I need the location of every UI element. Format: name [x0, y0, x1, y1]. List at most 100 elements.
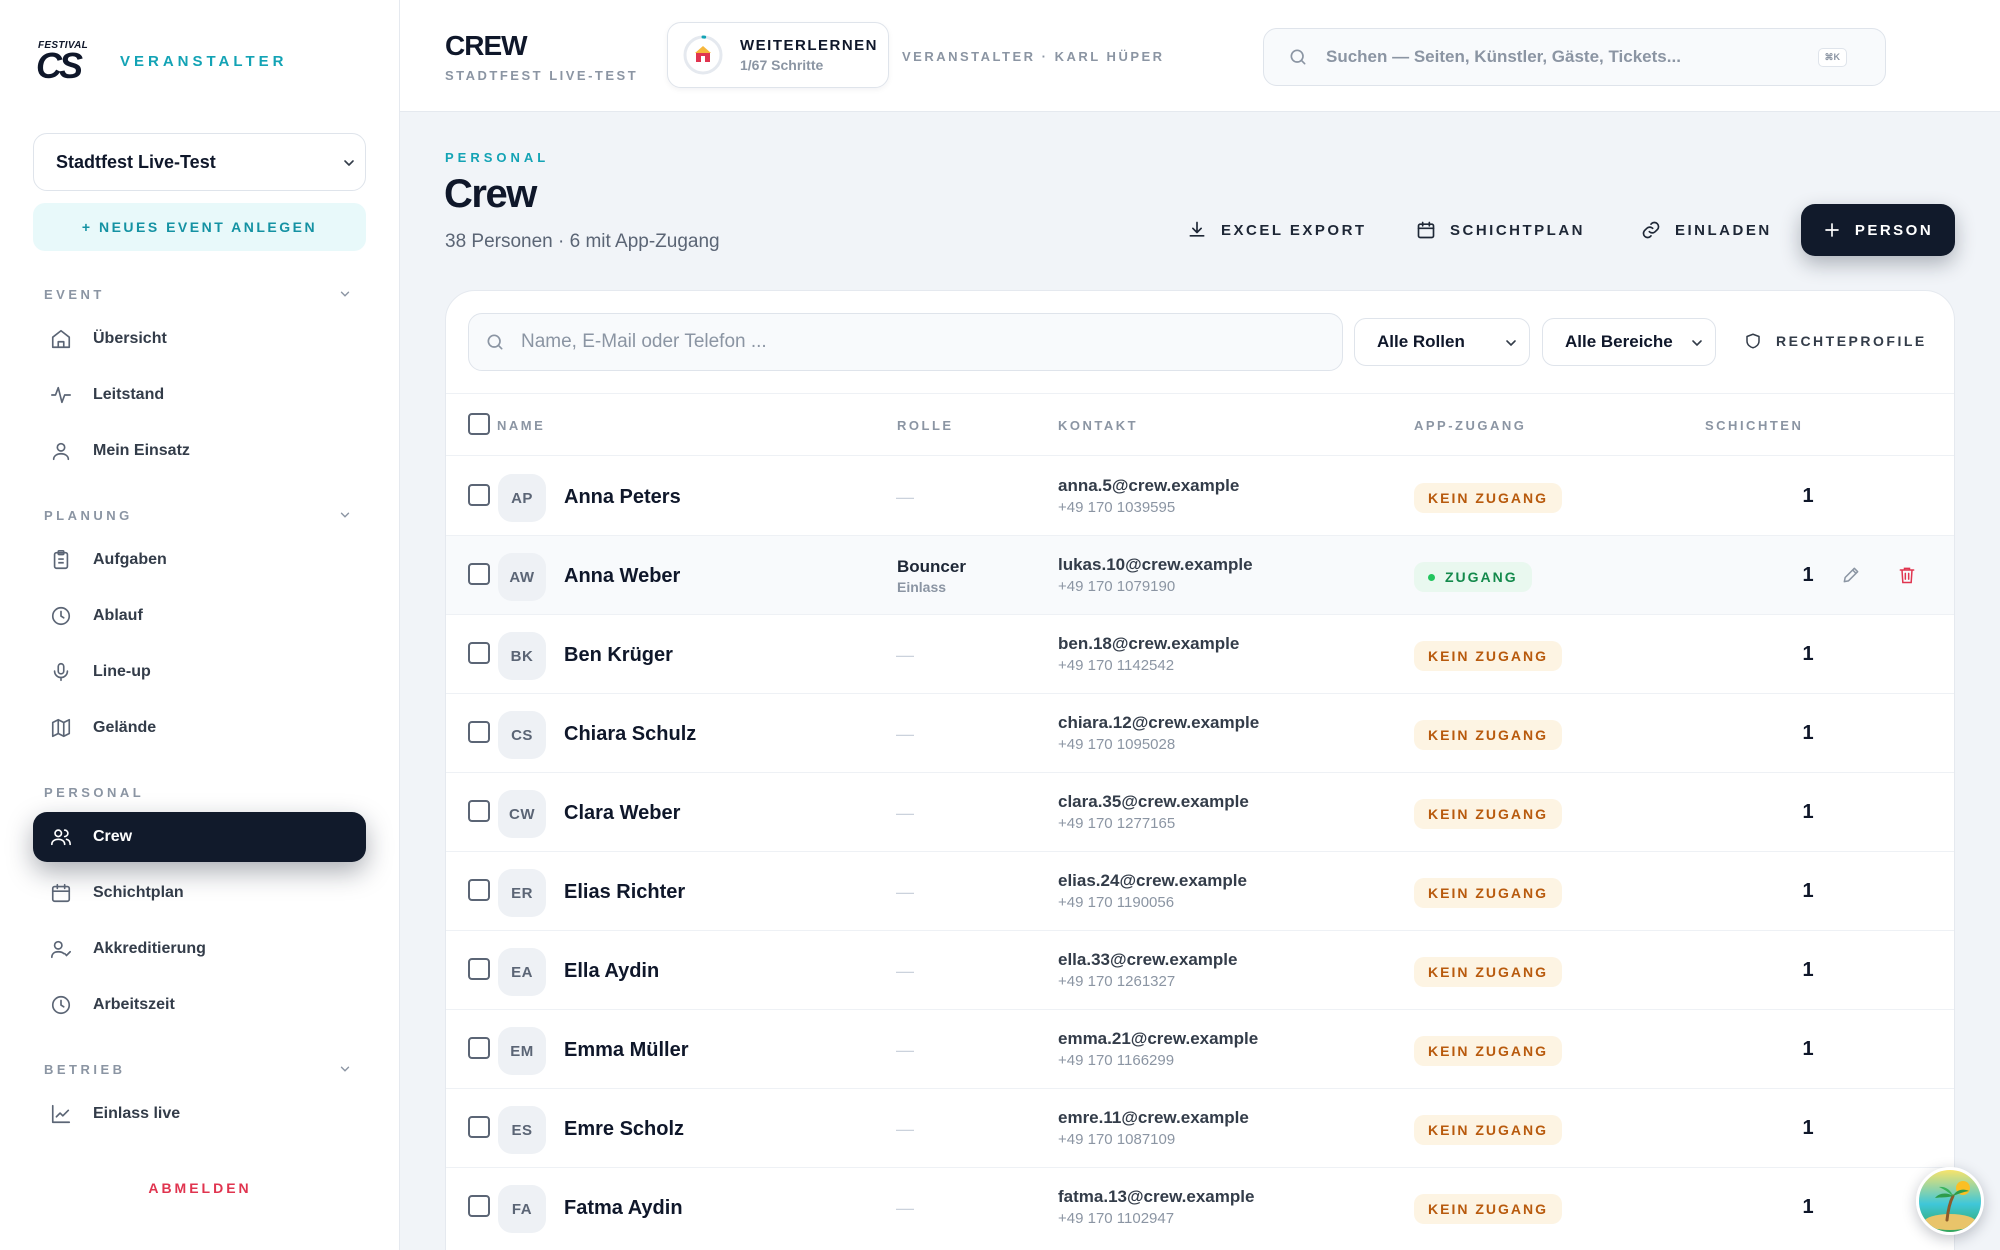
- clock-icon: [49, 993, 73, 1017]
- sidebar-item-crew[interactable]: Crew: [33, 812, 366, 862]
- table-row[interactable]: BK Ben Krüger — ben.18@crew.example +49 …: [446, 615, 1954, 694]
- person-name[interactable]: Anna Weber: [564, 565, 680, 588]
- row-checkbox[interactable]: [468, 721, 490, 743]
- person-name[interactable]: Anna Peters: [564, 486, 681, 509]
- section-collapse-event-icon[interactable]: [338, 287, 352, 301]
- sidebar-item-uebersicht[interactable]: Übersicht: [33, 314, 366, 364]
- crew-search-input[interactable]: Name, E-Mail oder Telefon ...: [468, 313, 1343, 371]
- person-name[interactable]: Ben Krüger: [564, 644, 673, 667]
- row-checkbox[interactable]: [468, 800, 490, 822]
- clock-icon: [49, 604, 73, 628]
- new-event-button[interactable]: + NEUES EVENT ANLEGEN: [33, 203, 366, 251]
- access-badge: KEIN ZUGANG: [1414, 483, 1562, 513]
- sidebar-item-aufgaben[interactable]: Aufgaben: [33, 535, 366, 585]
- table-row[interactable]: ER Elias Richter — elias.24@crew.example…: [446, 852, 1954, 931]
- row-checkbox[interactable]: [468, 1195, 490, 1217]
- person-name[interactable]: Emre Scholz: [564, 1118, 684, 1141]
- microphone-icon: [49, 660, 73, 684]
- event-select[interactable]: Stadtfest Live-Test: [33, 133, 366, 191]
- access-badge: KEIN ZUGANG: [1414, 641, 1562, 671]
- section-title-betrieb: BETRIEB: [44, 1062, 126, 1077]
- access-badge: KEIN ZUGANG: [1414, 1194, 1562, 1224]
- table-row[interactable]: EA Ella Aydin — ella.33@crew.example +49…: [446, 931, 1954, 1010]
- global-search-input[interactable]: Suchen — Seiten, Künstler, Gäste, Ticket…: [1263, 28, 1886, 86]
- trash-icon[interactable]: [1897, 565, 1917, 585]
- row-checkbox[interactable]: [468, 958, 490, 980]
- row-checkbox[interactable]: [468, 879, 490, 901]
- sidebar-item-leitstand[interactable]: Leitstand: [33, 370, 366, 420]
- shift-count: 1: [1802, 1117, 1814, 1139]
- continue-learning-button[interactable]: WEITERLERNEN 1/67 Schritte: [667, 22, 889, 88]
- sidebar-item-gelaende[interactable]: Gelände: [33, 703, 366, 753]
- contact-phone: +49 170 1142542: [1058, 657, 1175, 674]
- sidebar-item-mein-einsatz[interactable]: Mein Einsatz: [33, 426, 366, 476]
- table-row[interactable]: AP Anna Peters — anna.5@crew.example +49…: [446, 457, 1954, 536]
- add-person-button[interactable]: PERSON: [1801, 204, 1955, 256]
- sidebar-item-akkreditierung[interactable]: Akkreditierung: [33, 924, 366, 974]
- brand-logo[interactable]: FESTIVAL CS VERANSTALTER: [36, 38, 287, 86]
- column-header-name[interactable]: NAME: [497, 418, 545, 433]
- page-title: Crew: [444, 172, 537, 216]
- person-name[interactable]: Elias Richter: [564, 881, 685, 904]
- sidebar-item-arbeitszeit[interactable]: Arbeitszeit: [33, 980, 366, 1030]
- area-filter-select[interactable]: Alle Bereiche: [1542, 318, 1716, 366]
- table-header: NAME ROLLE KONTAKT APP-ZUGANG SCHICHTEN: [446, 393, 1954, 456]
- assistant-fab-button[interactable]: [1916, 1167, 1984, 1235]
- top-bar: CREW STADTFEST LIVE-TEST WEITERLERNEN 1/…: [400, 0, 2000, 112]
- sidebar-item-einlass-live[interactable]: Einlass live: [33, 1089, 366, 1139]
- edit-icon[interactable]: [1841, 565, 1861, 585]
- person-name[interactable]: Chiara Schulz: [564, 723, 696, 746]
- section-title-planung: PLANUNG: [44, 508, 133, 523]
- table-row[interactable]: CS Chiara Schulz — chiara.12@crew.exampl…: [446, 694, 1954, 773]
- invite-button[interactable]: EINLADEN: [1641, 218, 1772, 242]
- organizer-label: VERANSTALTER · KARL HÜPER: [902, 49, 1165, 64]
- role-filter-select[interactable]: Alle Rollen: [1354, 318, 1530, 366]
- avatar: EA: [498, 948, 546, 996]
- global-search-placeholder: Suchen — Seiten, Künstler, Gäste, Ticket…: [1326, 47, 1681, 66]
- contact-phone: +49 170 1087109: [1058, 1131, 1176, 1148]
- column-header-role[interactable]: ROLLE: [897, 418, 954, 433]
- contact-phone: +49 170 1095028: [1058, 736, 1176, 753]
- row-checkbox[interactable]: [468, 1037, 490, 1059]
- shift-count: 1: [1802, 1038, 1814, 1060]
- shift-count: 1: [1802, 959, 1814, 981]
- sidebar-item-line-up[interactable]: Line-up: [33, 647, 366, 697]
- table-row[interactable]: EM Emma Müller — emma.21@crew.example +4…: [446, 1010, 1954, 1089]
- row-checkbox[interactable]: [468, 563, 490, 585]
- person-name[interactable]: Ella Aydin: [564, 960, 659, 983]
- contact-email: emma.21@crew.example: [1058, 1029, 1259, 1048]
- person-name[interactable]: Fatma Aydin: [564, 1197, 683, 1220]
- row-checkbox[interactable]: [468, 484, 490, 506]
- chevron-down-icon: [1692, 340, 1702, 347]
- role-empty: —: [896, 487, 914, 507]
- schichtplan-button[interactable]: SCHICHTPLAN: [1416, 218, 1585, 242]
- download-icon: [1189, 221, 1205, 237]
- rights-profiles-button[interactable]: RECHTEPROFILE: [1744, 332, 1927, 350]
- column-header-shifts[interactable]: SCHICHTEN: [1705, 418, 1803, 433]
- sidebar-item-schichtplan[interactable]: Schichtplan: [33, 868, 366, 918]
- logout-button[interactable]: ABMELDEN: [0, 1180, 400, 1196]
- person-name[interactable]: Clara Weber: [564, 802, 680, 825]
- search-icon: [1290, 49, 1306, 65]
- sidebar-item-ablauf[interactable]: Ablauf: [33, 591, 366, 641]
- table-row[interactable]: FA Fatma Aydin — fatma.13@crew.example +…: [446, 1168, 1954, 1247]
- row-checkbox[interactable]: [468, 642, 490, 664]
- excel-export-button[interactable]: EXCEL EXPORT: [1187, 218, 1367, 242]
- shortcut-hint: ⌘K: [1817, 48, 1847, 67]
- table-row[interactable]: ES Emre Scholz — emre.11@crew.example +4…: [446, 1089, 1954, 1168]
- activity-icon: [49, 383, 73, 407]
- table-row[interactable]: CW Clara Weber — clara.35@crew.example +…: [446, 773, 1954, 852]
- learn-progress: 1/67 Schritte: [740, 57, 824, 73]
- section-collapse-betrieb-icon[interactable]: [338, 1062, 352, 1076]
- select-all-checkbox[interactable]: [468, 413, 490, 435]
- table-row[interactable]: AW Anna Weber Bouncer Einlass lukas.10@c…: [446, 536, 1954, 615]
- avatar: EM: [498, 1027, 546, 1075]
- section-collapse-planung-icon[interactable]: [338, 508, 352, 522]
- avatar: FA: [498, 1185, 546, 1233]
- person-name[interactable]: Emma Müller: [564, 1039, 688, 1062]
- row-checkbox[interactable]: [468, 1116, 490, 1138]
- column-header-app-access[interactable]: APP-ZUGANG: [1414, 418, 1526, 433]
- user-check-icon: [49, 937, 73, 961]
- page-kicker: PERSONAL: [445, 150, 550, 165]
- column-header-contact[interactable]: KONTAKT: [1058, 418, 1138, 433]
